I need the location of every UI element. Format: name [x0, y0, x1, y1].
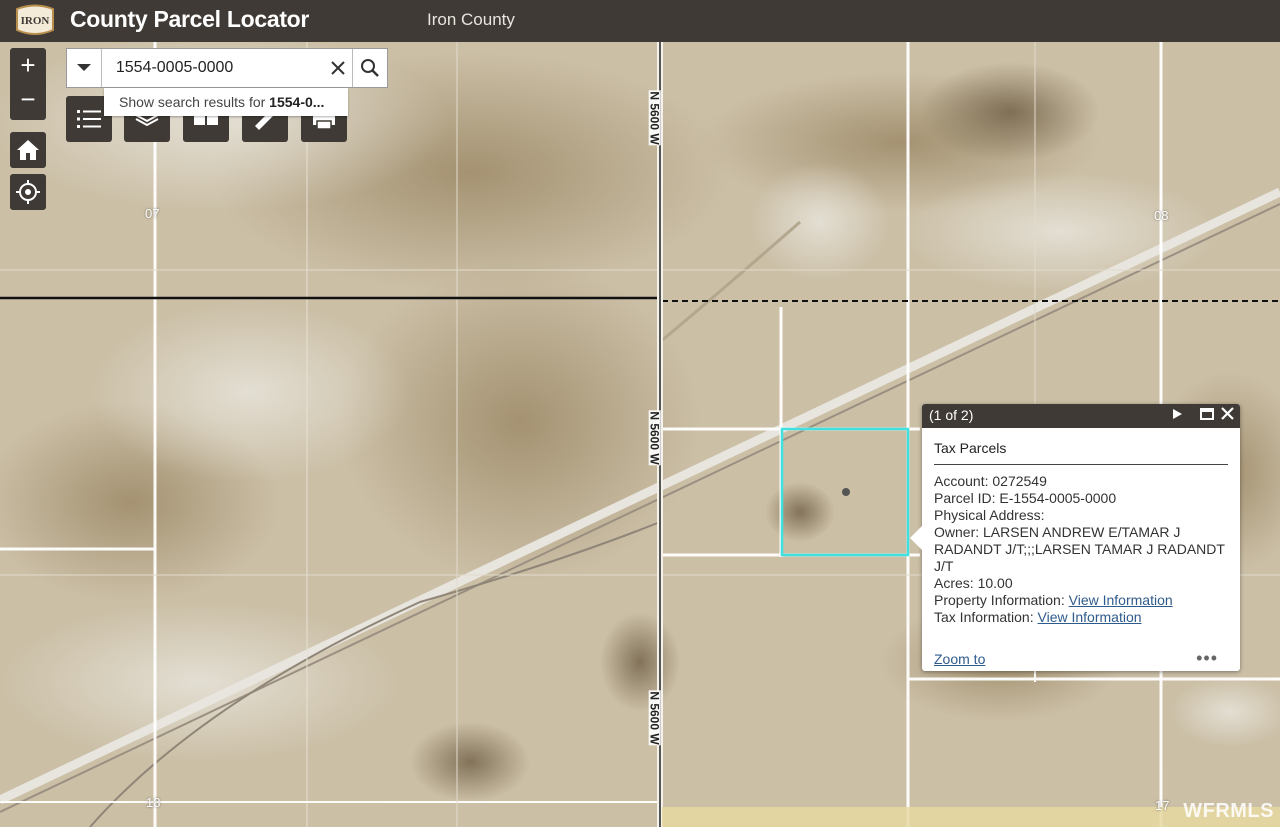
mls-watermark: WFRMLS [1183, 800, 1274, 822]
search-input[interactable] [101, 49, 323, 87]
feature-counter: (1 of 2) [929, 407, 974, 423]
zoom-in-button[interactable]: + [10, 48, 46, 84]
parcel-centroid-marker [842, 488, 850, 496]
popup-footer: Zoom to ••• [934, 648, 1228, 669]
county-name: Iron County [427, 10, 515, 29]
locate-button[interactable] [10, 174, 46, 210]
popup-layer-title: Tax Parcels [934, 440, 1228, 465]
home-icon [17, 140, 39, 160]
close-icon [330, 61, 345, 75]
popup-body: Tax Parcels Account: 0272549 Parcel ID: … [922, 428, 1240, 626]
search-button[interactable] [352, 49, 387, 87]
suggestion-term: 1554-0... [269, 94, 325, 110]
property-info-link[interactable]: View Information [1069, 592, 1173, 608]
app-title: County Parcel Locator [70, 6, 310, 32]
field-acres: Acres: 10.00 [934, 575, 1013, 591]
more-actions-button[interactable]: ••• [1196, 648, 1218, 669]
parcel-popup: (1 of 2) Tax Parcels Account: 0272549 Pa… [910, 404, 1240, 671]
maximize-icon[interactable] [1200, 407, 1214, 420]
field-property-info: Property Information: View Information [934, 592, 1173, 608]
field-account: Account: 0272549 [934, 473, 1047, 489]
svg-text:IRON: IRON [21, 15, 50, 27]
field-owner: Owner: LARSEN ANDREW E/TAMAR J RADANDT J… [934, 524, 1225, 574]
road-label: N 5600 W [647, 410, 662, 466]
section-label-08: 08 [1154, 208, 1169, 223]
field-tax-info: Tax Information: View Information [934, 609, 1142, 625]
section-label-18: 18 [146, 795, 161, 810]
suggestion-prefix: Show search results for [119, 94, 270, 110]
locate-icon [16, 180, 40, 204]
app-header: IRON County Parcel Locator Iron County [0, 0, 1280, 42]
caret-down-icon [76, 64, 91, 71]
home-button[interactable] [10, 132, 46, 168]
list-icon [77, 110, 101, 128]
parcel-search [66, 48, 388, 88]
section-label-17: 17 [1155, 798, 1170, 813]
search-suggestion[interactable]: Show search results for 1554-0... [104, 88, 348, 116]
zoom-controls: + − [10, 48, 46, 120]
road-label: N 5600 W [647, 90, 662, 146]
field-parcel-id: Parcel ID: E-1554-0005-0000 [934, 490, 1117, 506]
next-feature-icon[interactable] [1171, 408, 1183, 420]
search-icon [361, 59, 379, 77]
tax-info-link[interactable]: View Information [1038, 609, 1142, 625]
road-label: N 5600 W [647, 690, 662, 746]
zoom-to-link[interactable]: Zoom to [934, 651, 985, 667]
close-icon[interactable] [1221, 407, 1234, 420]
iron-county-logo: IRON [16, 4, 54, 35]
zoom-out-button[interactable]: − [10, 82, 46, 118]
popup-header: (1 of 2) [922, 404, 1240, 428]
section-label-07: 07 [145, 206, 160, 221]
field-physical-address: Physical Address: [934, 507, 1045, 523]
clear-search-button[interactable] [323, 49, 352, 87]
search-source-dropdown[interactable] [67, 49, 102, 87]
